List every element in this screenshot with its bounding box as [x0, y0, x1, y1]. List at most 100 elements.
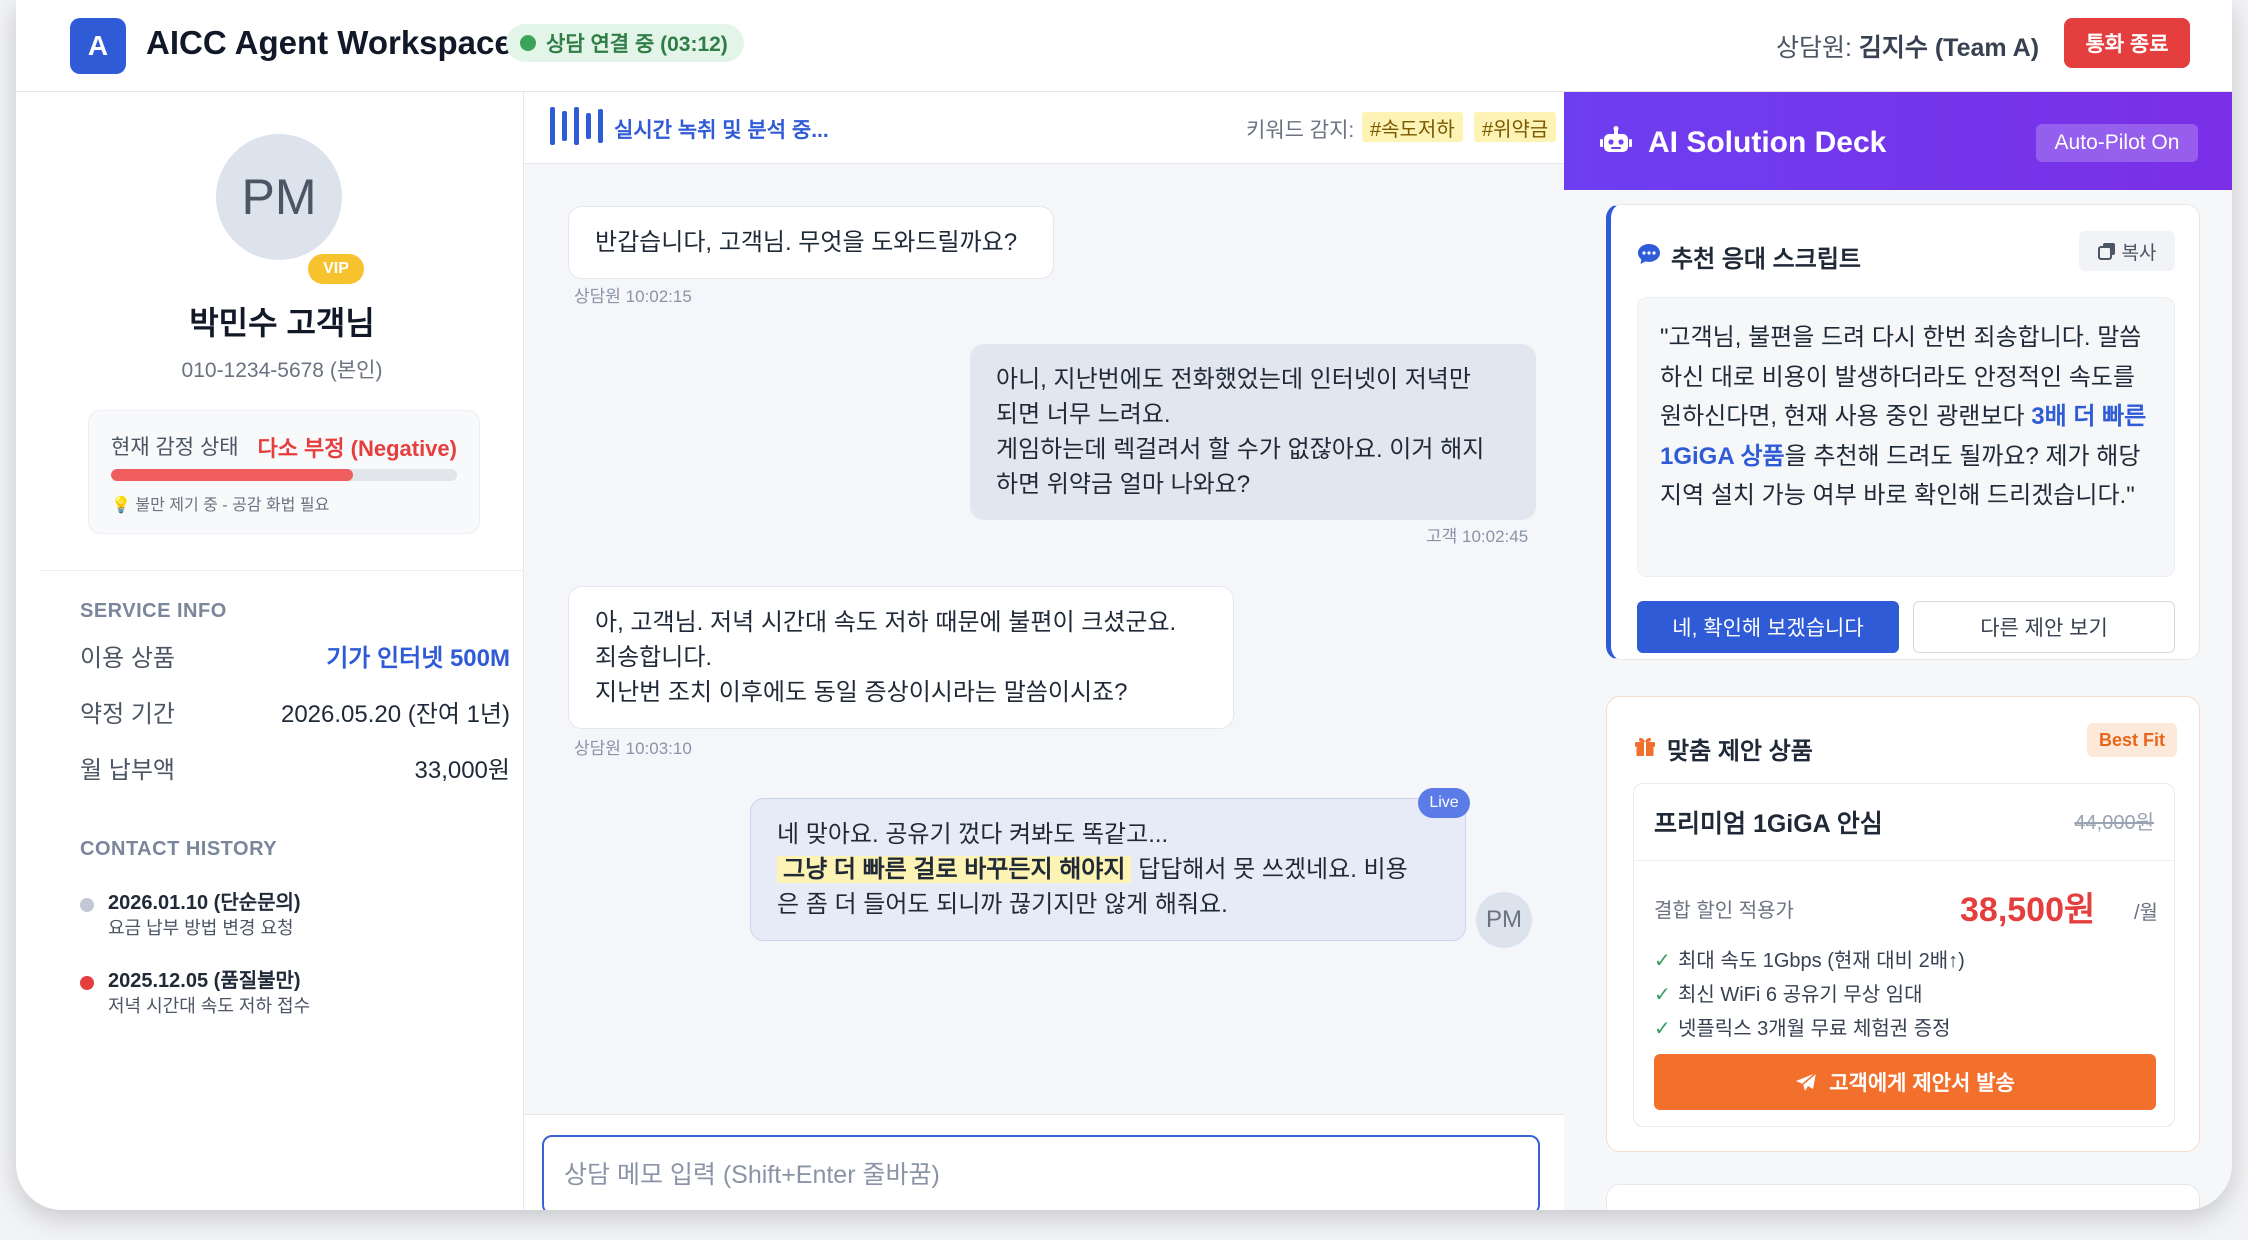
message-line: 죄송합니다. [595, 644, 713, 671]
history-dot-icon [80, 976, 94, 990]
other-suggestion-button[interactable]: 다른 제안 보기 [1913, 601, 2175, 653]
copy-label: 복사 [2121, 242, 2157, 264]
emotion-label: 현재 감정 상태 [111, 436, 239, 459]
message-line: 반갑습니다, 고객님. 무엇을 도와드릴까요? [595, 229, 1018, 256]
emotion-meter [111, 469, 457, 481]
ai-solution-panel: AI Solution Deck Auto-Pilot On 추천 응대 스크립… [1564, 92, 2232, 1210]
service-row: 약정 기간 2026.05.20 (잔여 1년) [80, 694, 510, 729]
agent-info: 상담원: 김지수 (Team A) [1776, 28, 2039, 64]
message-line: 지난번 조치 이후에도 동일 증상이시라는 말씀이시죠? [595, 679, 1128, 706]
transcript-panel: 실시간 녹취 및 분석 중... 키워드 감지: #속도저하 #위약금 반갑습니… [524, 92, 1564, 1210]
product-name: 프리미엄 1GiGA 안심 [1654, 810, 1883, 838]
message-line: 되면 너무 느려요. [996, 401, 1171, 428]
emotion-hint: 💡 불만 제기 중 - 공감 화법 필요 [111, 497, 330, 514]
vip-badge: VIP [308, 254, 364, 284]
emotion-meter-fill [111, 469, 354, 481]
top-header: A AICC Agent Workspace 상담 연결 중 (03:12) 상… [16, 0, 2232, 92]
history-title: 2025.12.05 (품질불만) [108, 970, 301, 992]
message-text: 답답해서 못 쓰겠네요. 비용 [1138, 856, 1408, 883]
divider [1634, 860, 2174, 861]
connection-status-text: 상담 연결 중 (03:12) [546, 33, 728, 56]
script-text: "고객님, 불편을 드려 다시 한번 죄송합니다. 말씀하신 대로 비용이 발생… [1637, 297, 2175, 577]
customer-name: 박민수 고객님 [189, 305, 375, 341]
feature-text: 넷플릭스 3개월 무료 체험권 증정 [1678, 1018, 1951, 1040]
message-line: 아니, 지난번에도 전화했었는데 인터넷이 저녁만 [996, 366, 1471, 393]
connection-status-badge: 상담 연결 중 (03:12) [506, 24, 744, 62]
feature-text: 최신 WiFi 6 공유기 무상 임대 [1678, 984, 1923, 1006]
service-row: 이용 상품 기가 인터넷 500M [80, 638, 510, 673]
app-window: A AICC Agent Workspace 상담 연결 중 (03:12) 상… [16, 0, 2232, 1210]
keyword-label: 키워드 감지: [1246, 119, 1355, 142]
service-row-value: 기가 인터넷 500M [326, 645, 510, 672]
message-line: 하면 위약금 얼마 나와요? [996, 471, 1251, 498]
keyword-tag: #속도저하 [1362, 112, 1463, 142]
app-title: AICC Agent Workspace [146, 24, 513, 61]
service-row-label: 이용 상품 [80, 645, 175, 672]
confirm-check-button[interactable]: 네, 확인해 보겠습니다 [1637, 601, 1899, 653]
divider [40, 570, 524, 571]
recommended-script-card: 추천 응대 스크립트 복사 "고객님, 불편을 드려 다시 한번 죄송합니다. … [1606, 204, 2200, 660]
copy-icon [2097, 243, 2115, 260]
app-logo: A [70, 18, 126, 74]
script-card-title: 추천 응대 스크립트 [1671, 246, 1861, 273]
message-line: 은 좀 더 들어도 되니까 끊기지만 않게 해줘요. [777, 891, 1228, 918]
ai-deck-header: AI Solution Deck Auto-Pilot On [1564, 92, 2232, 190]
send-proposal-label: 고객에게 제안서 발송 [1829, 1072, 2015, 1095]
status-dot-icon [520, 35, 536, 51]
customer-avatar-small: PM [1476, 892, 1532, 948]
audio-wave-icon [550, 106, 603, 146]
send-icon [1796, 1072, 1817, 1091]
check-icon: ✓ [1654, 950, 1671, 972]
product-box: 프리미엄 1GiGA 안심 44,000원 결합 할인 적용가 38,500원 … [1633, 783, 2175, 1127]
message-line: 네 맞아요. 공유기 껐다 켜봐도 똑같고... [777, 821, 1169, 848]
send-proposal-button[interactable]: 고객에게 제안서 발송 [1654, 1054, 2156, 1110]
feature-item: ✓ 넷플릭스 3개월 무료 체험권 증정 [1654, 1012, 1951, 1041]
message-meta: 상담원 10:02:15 [574, 287, 692, 306]
check-icon: ✓ [1654, 984, 1671, 1006]
service-info-title: SERVICE INFO [80, 600, 227, 622]
autopilot-toggle[interactable]: Auto-Pilot On [2036, 124, 2198, 162]
service-row-value: 2026.05.20 (잔여 1년) [280, 701, 510, 728]
history-desc: 저녁 시간대 속도 저하 접수 [108, 996, 311, 1016]
robot-icon [1600, 126, 1632, 152]
customer-avatar: PM [216, 134, 342, 260]
check-icon: ✓ [1654, 1018, 1671, 1040]
live-status-bar: 실시간 녹취 및 분석 중... 키워드 감지: #속도저하 #위약금 [524, 92, 1564, 164]
original-price: 44,000원 [2074, 812, 2154, 834]
history-desc: 요금 납부 방법 변경 요청 [108, 918, 294, 938]
discounted-price: 38,500원 [1960, 891, 2096, 929]
emotion-card: 현재 감정 상태 다소 부정 (Negative) 💡 불만 제기 중 - 공감… [88, 410, 480, 534]
copy-button[interactable]: 복사 [2079, 231, 2175, 271]
agent-message: 반갑습니다, 고객님. 무엇을 도와드릴까요? [568, 206, 1054, 279]
feature-item: ✓ 최신 WiFi 6 공유기 무상 임대 [1654, 978, 1923, 1007]
live-status-text: 실시간 녹취 및 분석 중... [614, 119, 829, 142]
emotion-value: 다소 부정 (Negative) [257, 436, 457, 461]
memo-input-area [524, 1114, 1564, 1210]
message-line: 게임하는데 렉걸려서 할 수가 없잖아요. 이거 해지 [996, 436, 1485, 463]
live-badge: Live [1418, 788, 1470, 818]
service-row-label: 약정 기간 [80, 701, 175, 728]
recommended-product-card: 맞춤 제안 상품 Best Fit 프리미엄 1GiGA 안심 44,000원 … [1606, 696, 2200, 1152]
customer-phone: 010-1234-5678 (본인) [181, 359, 383, 382]
chat-bubble-icon [1638, 244, 1660, 264]
offer-card-title: 맞춤 제안 상품 [1667, 738, 1813, 765]
memo-input[interactable] [542, 1135, 1540, 1210]
customer-message: 아니, 지난번에도 전화했었는데 인터넷이 저녁만 되면 너무 느려요. 게임하… [970, 344, 1536, 520]
ai-deck-title: AI Solution Deck [1648, 126, 1887, 159]
agent-name: 김지수 (Team A) [1858, 34, 2040, 62]
customer-panel: PM VIP 박민수 고객님 010-1234-5678 (본인) 현재 감정 … [40, 92, 524, 1210]
price-unit: /월 [2134, 902, 2158, 924]
keyword-tag: #위약금 [1474, 112, 1557, 142]
history-dot-icon [80, 898, 94, 912]
message-line: 그냥 더 빠른 걸로 바꾸든지 해야지 답답해서 못 쓰겠네요. 비용 [777, 852, 1439, 887]
discount-label: 결합 할인 적용가 [1654, 900, 1794, 922]
service-row-label: 월 납부액 [80, 757, 175, 784]
feature-text: 최대 속도 1Gbps (현재 대비 2배↑) [1678, 950, 1965, 972]
service-row: 월 납부액 33,000원 [80, 750, 510, 785]
end-call-button[interactable]: 통화 종료 [2064, 18, 2190, 68]
feature-item: ✓ 최대 속도 1Gbps (현재 대비 2배↑) [1654, 944, 1965, 973]
service-row-value: 33,000원 [414, 757, 511, 784]
message-meta: 상담원 10:03:10 [574, 739, 692, 758]
agent-prefix: 상담원: [1776, 34, 1852, 62]
next-card [1606, 1184, 2200, 1210]
